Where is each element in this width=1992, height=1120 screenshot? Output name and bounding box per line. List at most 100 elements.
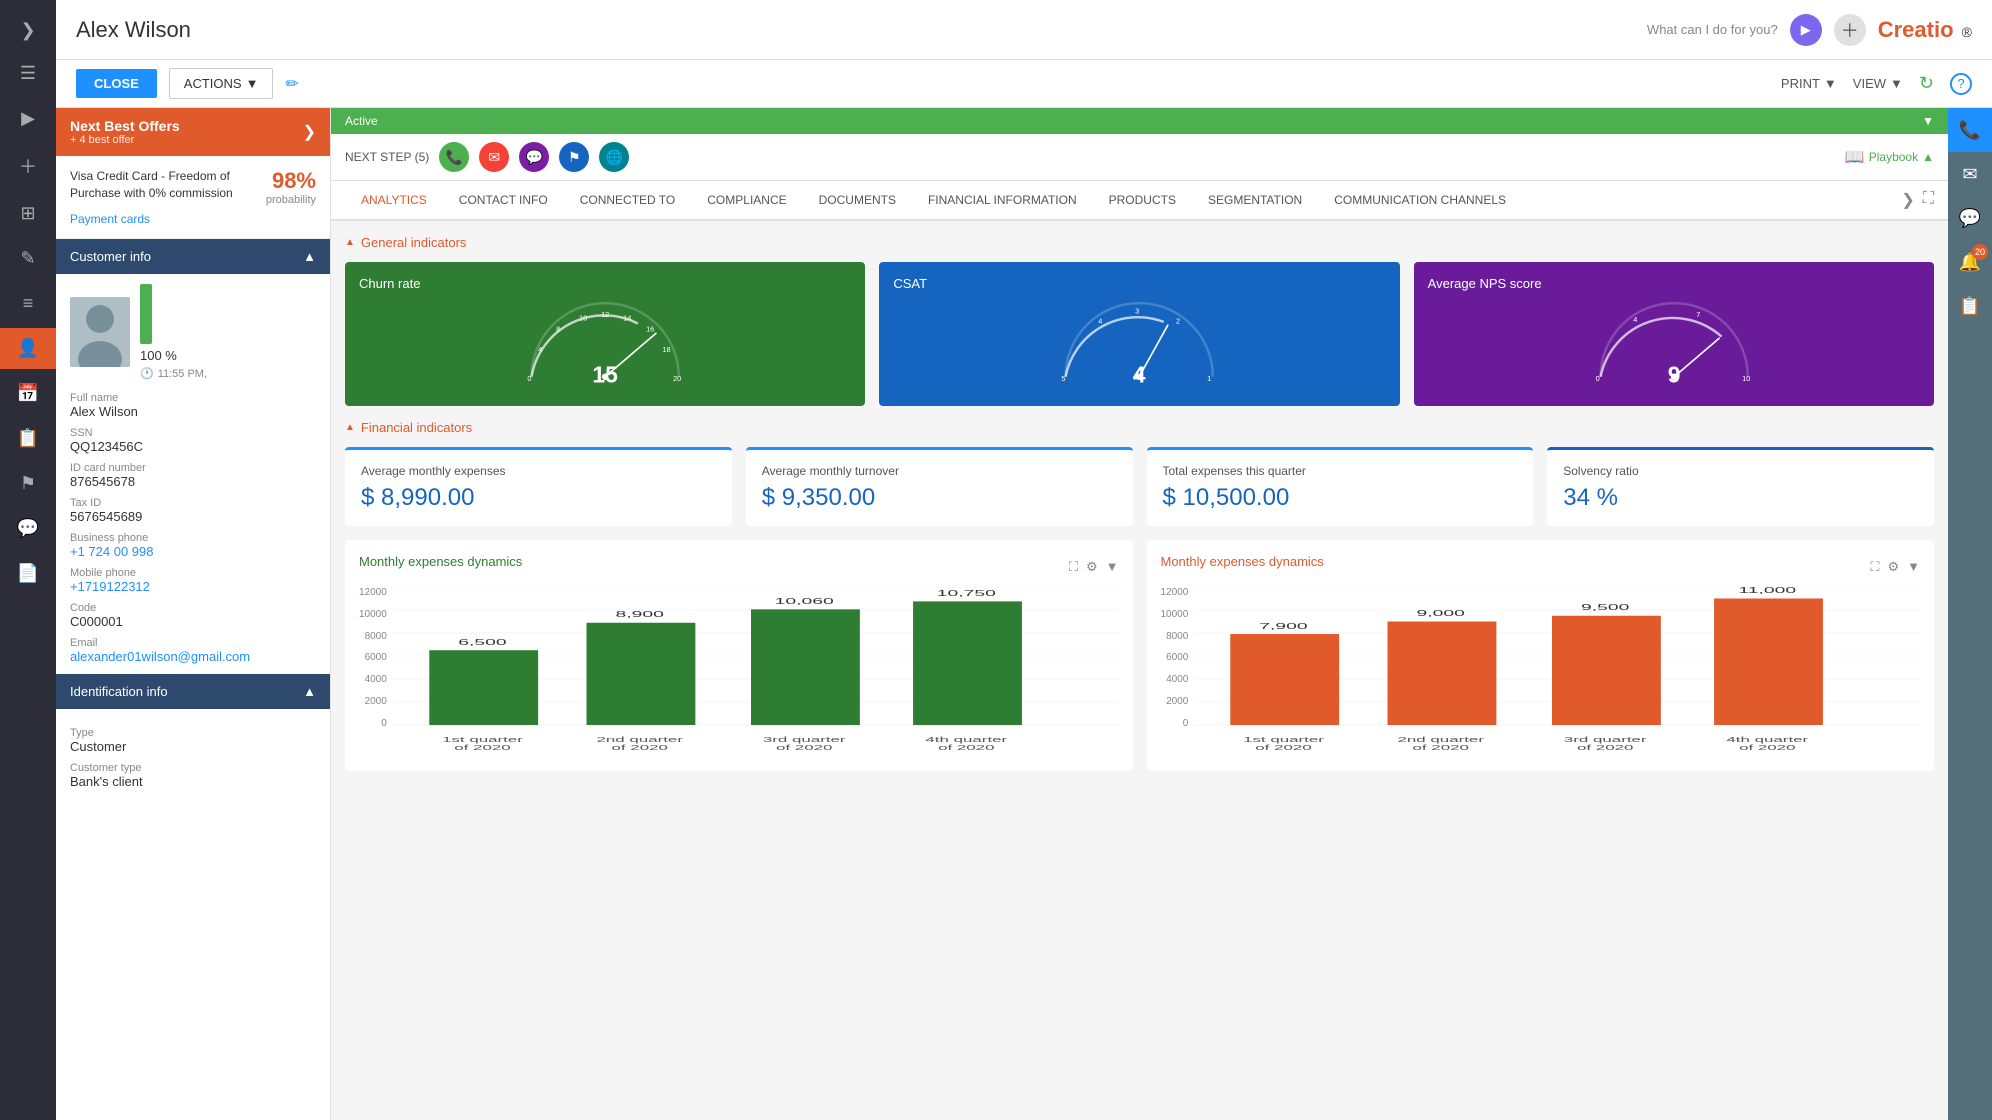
svg-text:of 2020: of 2020 xyxy=(1256,744,1312,752)
email-value[interactable]: alexander01wilson@gmail.com xyxy=(70,649,316,664)
search-hint: What can I do for you? xyxy=(1647,22,1778,37)
svg-text:3rd quarter: 3rd quarter xyxy=(1564,736,1648,744)
svg-text:of 2020: of 2020 xyxy=(1413,744,1469,752)
progress-bar xyxy=(140,284,152,344)
right-tasks-button[interactable]: 📋 xyxy=(1948,284,1992,328)
svg-text:4: 4 xyxy=(1133,361,1146,387)
nav-calendar-icon[interactable]: 📅 xyxy=(0,373,56,414)
tabs-more-icon[interactable]: ❯ xyxy=(1901,190,1914,210)
nav-edit-icon[interactable]: ✎ xyxy=(0,238,56,279)
orange-chart-more-icon[interactable]: ▼ xyxy=(1907,559,1920,575)
step-message-icon[interactable]: 💬 xyxy=(519,142,549,172)
creatio-logo: Creatio ® xyxy=(1878,17,1972,43)
page-title: Alex Wilson xyxy=(76,17,1647,43)
type-value: Customer xyxy=(70,739,316,754)
add-button[interactable]: ＋ xyxy=(1834,14,1866,46)
nav-chat-icon[interactable]: 💬 xyxy=(0,508,56,549)
nav-grid-icon[interactable]: ⊞ xyxy=(0,193,56,234)
step-flag-icon[interactable]: ⚑ xyxy=(559,142,589,172)
svg-text:2nd quarter: 2nd quarter xyxy=(596,736,683,744)
nav-add-icon[interactable]: ＋ xyxy=(0,143,56,189)
identification-info-header[interactable]: Identification info ▲ xyxy=(56,674,330,709)
identification-info-collapse-icon: ▲ xyxy=(303,684,316,699)
edit-icon[interactable]: ✏ xyxy=(285,74,298,94)
step-web-icon[interactable]: 🌐 xyxy=(599,142,629,172)
avg-monthly-turnover-card: Average monthly turnover $ 9,350.00 xyxy=(746,447,1133,526)
svg-text:3rd quarter: 3rd quarter xyxy=(763,736,847,744)
csat-title: CSAT xyxy=(893,276,1385,291)
toolbar: CLOSE ACTIONS ▼ ✏ PRINT ▼ VIEW ▼ ↻ ? xyxy=(56,60,1992,108)
play-button[interactable]: ▶ xyxy=(1790,14,1822,46)
refresh-icon[interactable]: ↻ xyxy=(1919,73,1934,95)
identification-info-content: Type Customer Customer type Bank's clien… xyxy=(56,709,330,799)
nav-list-icon[interactable]: ≡ xyxy=(0,283,56,324)
tab-compliance[interactable]: COMPLIANCE xyxy=(691,181,802,221)
mobile-phone-value[interactable]: +1719122312 xyxy=(70,579,316,594)
tabs-expand[interactable]: ❯ ⛶ xyxy=(1901,190,1934,210)
nav-play-icon[interactable]: ▶ xyxy=(0,98,56,139)
mobile-phone-label: Mobile phone xyxy=(70,567,316,579)
solvency-ratio-label: Solvency ratio xyxy=(1563,464,1918,478)
payment-link[interactable]: Payment cards xyxy=(70,212,316,226)
nps-title: Average NPS score xyxy=(1428,276,1920,291)
nav-person-icon[interactable]: 👤 xyxy=(0,328,56,369)
help-icon[interactable]: ? xyxy=(1950,73,1972,95)
actions-button[interactable]: ACTIONS ▼ xyxy=(169,68,274,99)
green-chart-more-icon[interactable]: ▼ xyxy=(1106,559,1119,575)
playbook-button[interactable]: 📖 Playbook ▲ xyxy=(1845,147,1934,167)
right-chat-button[interactable]: 💬 xyxy=(1948,196,1992,240)
tab-documents[interactable]: DOCUMENTS xyxy=(803,181,912,221)
header-right: What can I do for you? ▶ ＋ Creatio ® xyxy=(1647,14,1972,46)
tab-segmentation[interactable]: SEGMENTATION xyxy=(1192,181,1318,221)
svg-text:7,900: 7,900 xyxy=(1260,623,1308,632)
tab-contact-info[interactable]: CONTACT INFO xyxy=(443,181,564,221)
svg-text:0: 0 xyxy=(1595,374,1599,383)
tab-financial-information[interactable]: FINANCIAL INFORMATION xyxy=(912,181,1093,221)
nav-doc-icon[interactable]: 📄 xyxy=(0,553,56,594)
business-phone-label: Business phone xyxy=(70,532,316,544)
nav-menu-icon[interactable]: ☰ xyxy=(0,53,56,94)
y-axis-labels-orange: 12000 10000 8000 6000 4000 2000 0 xyxy=(1161,587,1195,757)
view-button[interactable]: VIEW ▼ xyxy=(1853,73,1903,95)
tab-communication-channels[interactable]: COMMUNICATION CHANNELS xyxy=(1318,181,1522,221)
right-phone-button[interactable]: 📞 xyxy=(1948,108,1992,152)
orange-chart-expand-icon[interactable]: ⛶ xyxy=(1870,559,1879,575)
tab-products[interactable]: PRODUCTS xyxy=(1093,181,1192,221)
business-phone-value[interactable]: +1 724 00 998 xyxy=(70,544,316,559)
gauge-row: Churn rate 0 4 8 10 xyxy=(345,262,1934,406)
svg-text:20: 20 xyxy=(673,374,681,383)
nbo-header[interactable]: Next Best Offers + 4 best offer ❯ xyxy=(56,108,330,156)
svg-text:2nd quarter: 2nd quarter xyxy=(1398,736,1485,744)
right-bell-button[interactable]: 🔔 20 xyxy=(1948,240,1992,284)
close-button[interactable]: CLOSE xyxy=(76,69,157,98)
green-chart-expand-icon[interactable]: ⛶ xyxy=(1069,559,1078,575)
step-email-icon[interactable]: ✉ xyxy=(479,142,509,172)
orange-chart-title: Monthly expenses dynamics xyxy=(1161,554,1324,569)
avatar xyxy=(70,297,130,367)
nav-flag-icon[interactable]: ⚑ xyxy=(0,463,56,504)
svg-text:10,060: 10,060 xyxy=(774,598,833,607)
nav-expand-arrow[interactable]: ❯ xyxy=(12,12,43,49)
tab-analytics[interactable]: ANALYTICS xyxy=(345,181,443,221)
orange-chart-settings-icon[interactable]: ⚙ xyxy=(1887,559,1899,575)
orange-chart-card: Monthly expenses dynamics ⛶ ⚙ ▼ 12000 xyxy=(1147,540,1935,771)
financial-row: Average monthly expenses $ 8,990.00 Aver… xyxy=(345,447,1934,526)
print-button[interactable]: PRINT ▼ xyxy=(1781,73,1837,95)
right-email-button[interactable]: ✉ xyxy=(1948,152,1992,196)
general-indicators-label: General indicators xyxy=(345,235,1934,250)
code-label: Code xyxy=(70,602,316,614)
green-chart-settings-icon[interactable]: ⚙ xyxy=(1086,559,1098,575)
svg-text:5: 5 xyxy=(1062,374,1066,383)
step-phone-icon[interactable]: 📞 xyxy=(439,142,469,172)
customer-info-header[interactable]: Customer info ▲ xyxy=(56,239,330,274)
tabs-fullscreen-icon[interactable]: ⛶ xyxy=(1923,190,1934,210)
nav-task-icon[interactable]: 📋 xyxy=(0,418,56,459)
tab-connected-to[interactable]: CONNECTED TO xyxy=(564,181,692,221)
percent-label: 100 % xyxy=(140,348,177,363)
active-bar-chevron: ▼ xyxy=(1922,114,1934,128)
nps-gauge: 0 4 7 10 9 xyxy=(1428,299,1920,389)
solvency-ratio-value: 34 % xyxy=(1563,484,1918,512)
progress-column: 100 % 🕐 11:55 PM, xyxy=(140,284,207,380)
csat-card: CSAT 5 4 3 2 1 4 xyxy=(879,262,1399,406)
active-bar[interactable]: Active ▼ xyxy=(331,108,1948,134)
